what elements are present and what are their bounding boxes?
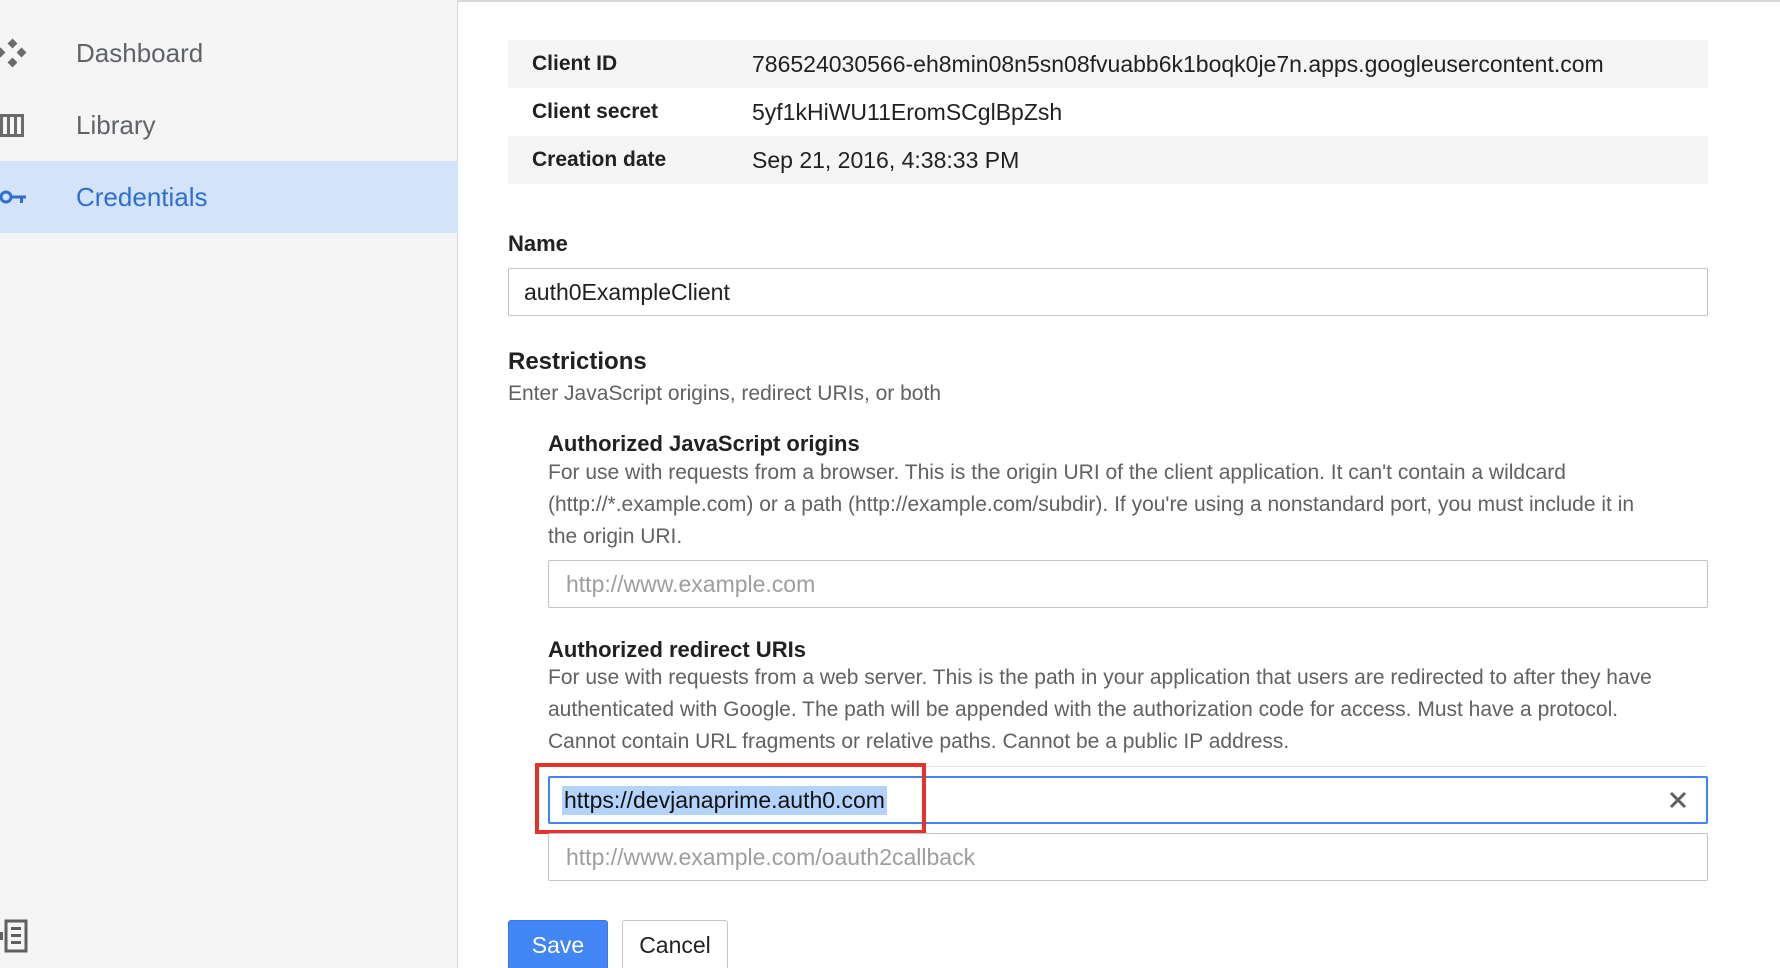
new-redirect-uri-input[interactable]: http://www.example.com/oauth2callback (548, 833, 1708, 881)
sidebar-item-label: Dashboard (76, 37, 204, 68)
client-id-value: 786524030566-eh8min08n5sn08fvuabb6k1boqk… (752, 50, 1604, 77)
redirect-uris-title: Authorized redirect URIs (548, 637, 806, 662)
close-icon[interactable] (1666, 788, 1690, 812)
info-row-creation-date: Creation date Sep 21, 2016, 4:38:33 PM (508, 136, 1708, 184)
sidebar-item-label: Credentials (76, 181, 208, 212)
sidebar-item-library[interactable]: Library (0, 89, 458, 161)
key-icon (0, 181, 30, 213)
js-origin-placeholder: http://www.example.com (566, 570, 816, 597)
help-line: the origin URI. (548, 525, 683, 548)
name-input[interactable]: auth0ExampleClient (508, 268, 1708, 316)
client-info-table: Client ID 786524030566-eh8min08n5sn08fvu… (508, 40, 1708, 184)
restrictions-subtitle: Enter JavaScript origins, redirect URIs,… (508, 382, 942, 405)
info-row-client-id: Client ID 786524030566-eh8min08n5sn08fvu… (508, 40, 1708, 88)
sidebar-toggle-icon[interactable] (0, 918, 30, 954)
top-divider (458, 0, 1780, 2)
sidebar-item-label: Library (76, 109, 156, 140)
redirect-uris-help: For use with requests from a web server.… (548, 662, 1708, 758)
new-redirect-uri-placeholder: http://www.example.com/oauth2callback (566, 843, 976, 870)
help-line: For use with requests from a browser. Th… (548, 461, 1566, 484)
highlight-annotation (535, 763, 926, 834)
help-line: For use with requests from a web server.… (548, 666, 1652, 689)
name-input-value: auth0ExampleClient (524, 278, 730, 305)
info-row-client-secret: Client secret 5yf1kHiWU11EromSCglBpZsh (508, 88, 1708, 136)
sidebar-item-dashboard[interactable]: Dashboard (0, 17, 458, 89)
help-line: (http://*.example.com) or a path (http:/… (548, 493, 1635, 516)
help-line: authenticated with Google. The path will… (548, 698, 1619, 721)
save-button[interactable]: Save (508, 920, 608, 968)
sidebar: Dashboard Library Credentials (0, 0, 458, 968)
info-key: Client secret (532, 100, 659, 123)
js-origins-help: For use with requests from a browser. Th… (548, 457, 1708, 553)
help-line: Cannot contain URL fragments or relative… (548, 730, 1290, 753)
sidebar-item-credentials[interactable]: Credentials (0, 161, 458, 233)
info-key: Creation date (532, 148, 667, 171)
credentials-page: Dashboard Library Credentials Client ID … (0, 0, 1780, 968)
dashboard-icon (0, 37, 30, 69)
name-label: Name (508, 231, 568, 256)
restrictions-title: Restrictions (508, 348, 647, 375)
info-key: Client ID (532, 52, 618, 75)
library-icon (0, 109, 30, 141)
js-origin-input[interactable]: http://www.example.com (548, 560, 1708, 608)
js-origins-title: Authorized JavaScript origins (548, 431, 860, 456)
client-secret-value: 5yf1kHiWU11EromSCglBpZsh (752, 98, 1063, 125)
cancel-button[interactable]: Cancel (622, 920, 728, 968)
creation-date-value: Sep 21, 2016, 4:38:33 PM (752, 146, 1020, 173)
